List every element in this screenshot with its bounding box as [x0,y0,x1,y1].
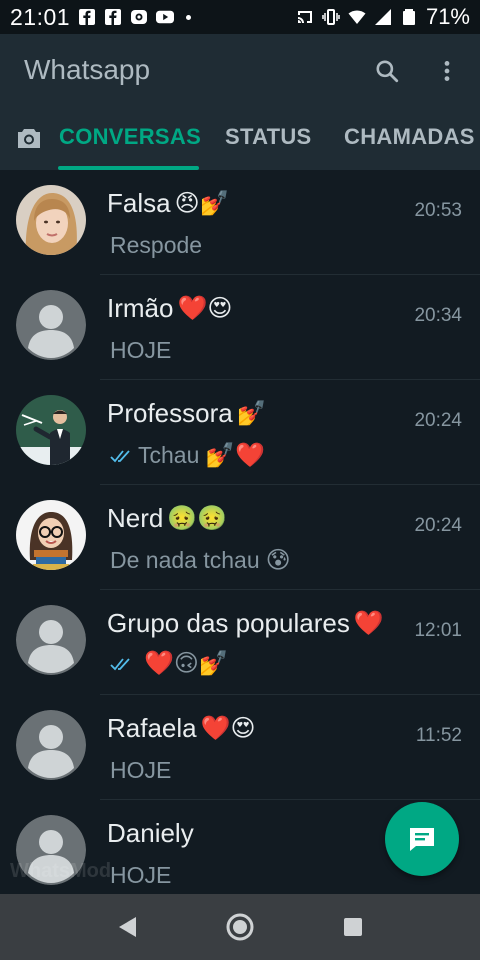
wifi-icon [348,8,366,26]
chat-preview-emoji: ❤️🙃💅 [144,650,229,677]
tab-status[interactable]: STATUS [225,124,312,150]
chat-row-grupo-das-populares[interactable]: Grupo das populares ❤️ 12:01 ❤️🙃💅 [0,590,480,695]
tab-conversas[interactable]: CONVERSAS [59,124,201,150]
tab-chamadas[interactable]: CHAMADAS [344,124,475,150]
cast-icon [296,8,314,26]
chat-row-irmao[interactable]: Irmão ❤️😍 20:34 HOJE [0,275,480,380]
chat-name-emoji: 😠💅 [174,189,230,217]
tab-camera[interactable] [16,126,42,150]
chat-time: 20:34 [414,305,462,326]
watermark: WhatsMod [10,860,112,882]
chat-name-text: Rafaela [107,713,197,743]
back-icon [118,917,136,937]
chat-time: 20:53 [414,200,462,221]
status-time: 21:01 [10,3,71,30]
chat-preview-text: HOJE [110,757,172,783]
chat-preview: HOJE [110,337,171,364]
chat-name: Grupo das populares ❤️ [107,608,420,639]
chat-name: Irmão ❤️😍 [107,293,232,324]
app-actions [372,56,462,86]
read-ticks-icon [110,449,130,462]
chat-name: Professora 💅 [107,398,267,429]
status-left: 21:01 [10,3,192,31]
status-bar: 21:01 71% [0,0,480,34]
system-nav-bar [0,894,480,960]
youtube-icon [156,8,175,26]
vibrate-icon [322,8,340,26]
nav-recents-button[interactable] [333,907,373,947]
chat-name: Falsa 😠💅 [107,188,229,219]
battery-percent: 71% [425,4,470,29]
chat-name: Rafaela ❤️😍 [107,713,256,744]
chat-preview-emoji: 💅❤️ [205,441,266,469]
chat-preview: HOJE [110,862,171,889]
avatar[interactable] [16,710,86,780]
avatar[interactable] [16,500,86,570]
nav-back-button[interactable] [107,907,147,947]
chat-name-text: Falsa [107,188,171,218]
chat-list[interactable]: Falsa 😠💅 20:53 Respode Irmão ❤️😍 20:34 H… [0,170,480,894]
search-button[interactable] [372,56,402,86]
chat-preview-text: Tchau [138,442,200,468]
app-title: Whatsapp [24,54,151,85]
messenger-icon [130,8,148,26]
chat-name-text: Daniely [107,818,194,848]
chat-preview: Tchau 💅❤️ [110,442,265,469]
chat-preview: De nada tchau 😰 [110,547,291,574]
nav-home-button[interactable] [220,907,260,947]
chat-name-text: Professora [107,398,233,428]
chat-name-emoji: 🤢🤢 [167,504,228,532]
home-icon [226,913,254,941]
chat-row-rafaela[interactable]: Rafaela ❤️😍 11:52 HOJE [0,695,480,800]
battery-icon [400,8,418,26]
avatar[interactable] [16,290,86,360]
app-bar: Whatsapp CONVERSAS STATUS CHAMADAS [0,34,480,170]
chat-preview-emoji: 😰 [265,546,291,574]
avatar[interactable] [16,605,86,675]
chat-time: 12:01 [414,620,462,641]
chat-preview-text: HOJE [110,862,172,888]
avatar[interactable] [16,185,86,255]
chat-time: 20:24 [414,410,462,431]
chat-preview: ❤️🙃💅 [110,652,229,676]
chat-name-emoji: ❤️😍 [177,294,233,322]
more-vert-icon [444,61,450,81]
chat-preview: HOJE [110,757,171,784]
camera-icon [18,129,40,148]
chat-name: Nerd 🤢🤢 [107,503,227,534]
status-right: 71% [296,4,470,30]
read-ticks-icon [110,658,130,671]
new-chat-icon [410,828,434,851]
chat-time: 11:52 [415,725,462,746]
chat-row-falsa[interactable]: Falsa 😠💅 20:53 Respode [0,170,480,275]
chat-name: Daniely [107,818,194,849]
chat-row-nerd[interactable]: Nerd 🤢🤢 20:24 De nada tchau 😰 [0,485,480,590]
avatar[interactable] [16,395,86,465]
search-icon [376,60,399,83]
facebook-icon [104,8,122,26]
chat-name-emoji: 💅 [236,399,267,427]
chat-name-text: Nerd [107,503,164,533]
chat-name-emoji: ❤️😍 [200,714,256,742]
chat-row-professora[interactable]: Professora 💅 20:24 Tchau 💅❤️ [0,380,480,485]
recents-icon [344,918,363,936]
chat-time: 20:24 [414,515,462,536]
chat-name-text: Grupo das populares [107,608,350,638]
chat-preview-text: De nada tchau [110,547,260,573]
more-notifications-dot [186,14,192,20]
facebook-icon [78,8,96,26]
signal-icon [374,8,392,26]
chat-preview-text: Respode [110,232,203,258]
more-options-button[interactable] [432,56,462,86]
tab-bar: CONVERSAS STATUS CHAMADAS [0,114,480,170]
chat-preview: Respode [110,232,202,259]
chat-name-text: Irmão [107,293,174,323]
chat-preview-text: HOJE [110,337,172,363]
chat-name-emoji: ❤️ [353,609,384,637]
new-chat-button[interactable] [385,802,459,876]
